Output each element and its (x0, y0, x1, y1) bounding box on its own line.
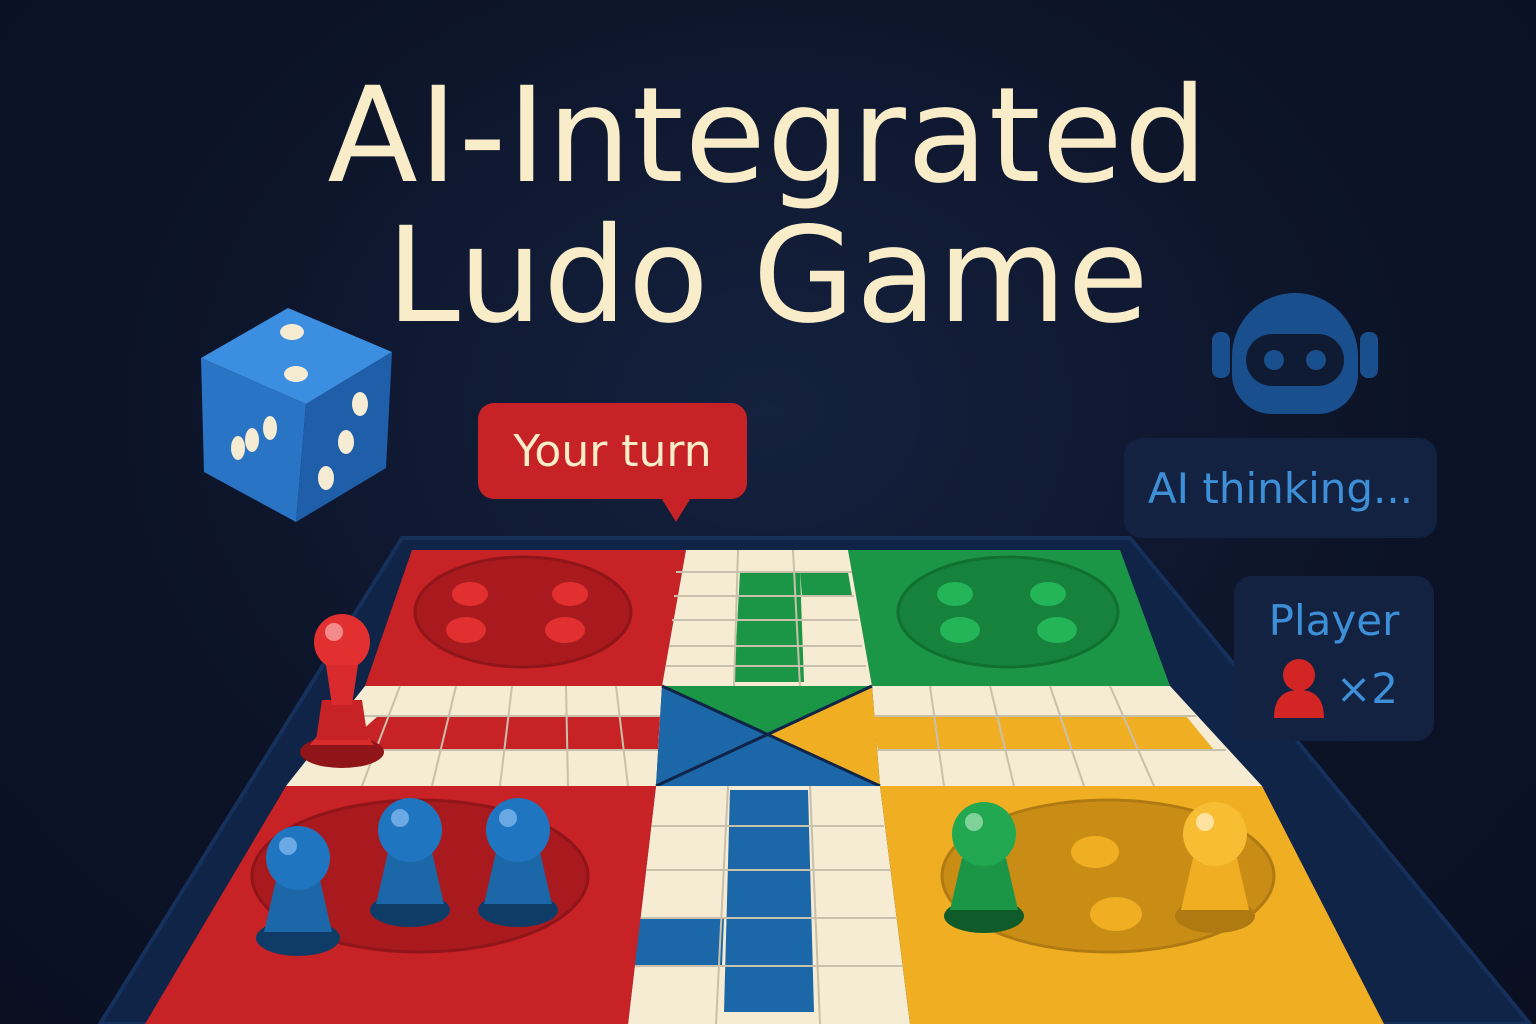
green-home-slot (940, 617, 980, 643)
blue-start-cell (626, 918, 724, 966)
player-count: ×2 (1336, 664, 1398, 713)
green-home-slot (937, 582, 973, 606)
red-home-circle (413, 555, 633, 669)
red-home-slot (452, 582, 488, 606)
title-line-1: AI-Integrated (327, 59, 1209, 213)
turn-indicator-tail (660, 496, 692, 522)
yellow-home-row (872, 716, 1214, 750)
green-home-circle (896, 555, 1120, 669)
blue-home-column (724, 790, 814, 1012)
red-home-slot (446, 617, 486, 643)
yellow-home-slot (1090, 897, 1142, 931)
red-home-row (340, 716, 660, 750)
green-start-cell (800, 572, 852, 596)
player-panel: Player ×2 (1234, 576, 1434, 741)
red-home-slot (545, 617, 585, 643)
ai-status-panel: AI thinking... (1124, 438, 1437, 538)
green-home-slot (1030, 582, 1066, 606)
yellow-home-slot (1071, 836, 1119, 868)
red-home-slot (552, 582, 588, 606)
turn-indicator-bubble: Your turn (478, 403, 747, 499)
green-home-slot (1037, 617, 1077, 643)
user-icon (1274, 659, 1324, 718)
robot-icon (1212, 293, 1378, 415)
player-label: Player (1268, 596, 1400, 645)
dice-icon[interactable] (196, 300, 396, 530)
